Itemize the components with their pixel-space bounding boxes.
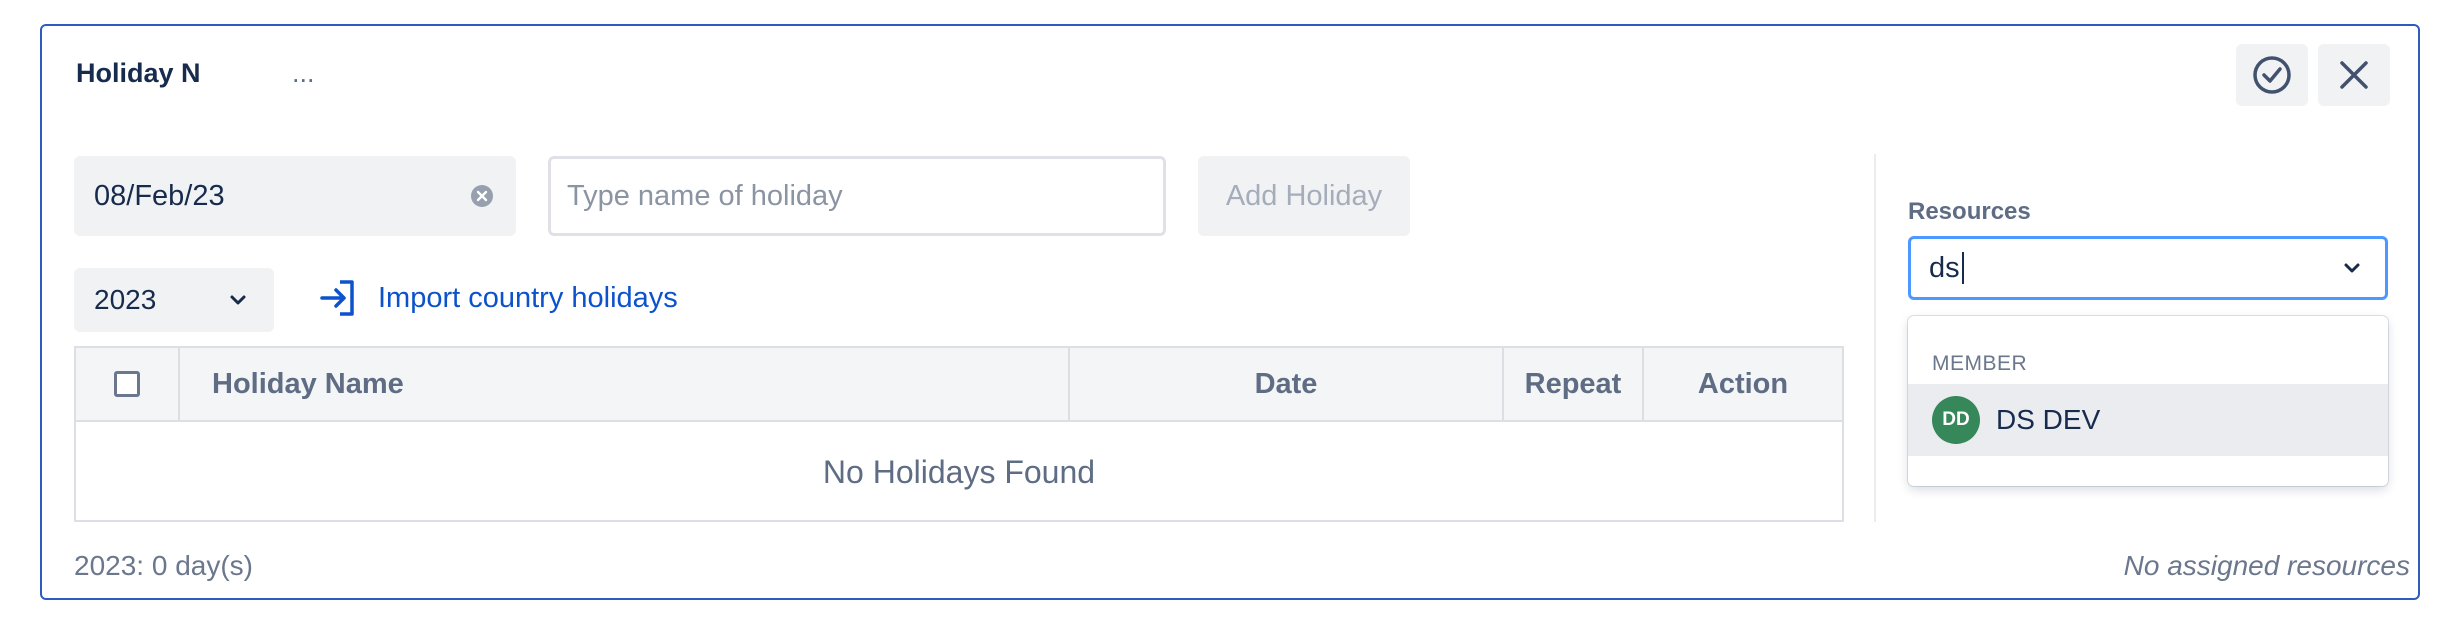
resources-search-input[interactable]: ds bbox=[1908, 236, 2388, 300]
select-all-checkbox[interactable] bbox=[114, 371, 140, 397]
resources-label: Resources bbox=[1908, 198, 2031, 225]
column-date[interactable]: Date bbox=[1068, 348, 1502, 420]
assigned-resources-status: No assigned resources bbox=[2123, 550, 2410, 581]
import-link-label: Import country holidays bbox=[378, 281, 678, 314]
title-more-text[interactable]: ... bbox=[292, 58, 315, 89]
date-value: 08/Feb/23 bbox=[94, 179, 225, 212]
check-circle-icon bbox=[2253, 56, 2291, 94]
add-holiday-button[interactable]: Add Holiday bbox=[1198, 156, 1410, 236]
panel-title: Holiday N bbox=[76, 58, 201, 88]
chevron-down-icon bbox=[230, 295, 246, 305]
empty-table-message: No Holidays Found bbox=[822, 453, 1096, 490]
vertical-divider bbox=[1874, 154, 1876, 522]
day-count: 2023: 0 day(s) bbox=[74, 550, 253, 581]
dropdown-option-ds-dev[interactable]: DD DS DEV bbox=[1908, 384, 2388, 456]
column-holiday-name[interactable]: Holiday Name bbox=[178, 348, 1068, 420]
import-country-holidays-link[interactable]: Import country holidays bbox=[318, 278, 678, 318]
date-field[interactable]: 08/Feb/23 bbox=[74, 156, 516, 236]
close-icon bbox=[2340, 61, 2368, 89]
clear-date-icon[interactable] bbox=[470, 184, 494, 208]
chevron-down-icon[interactable] bbox=[2341, 257, 2363, 279]
year-select[interactable]: 2023 bbox=[74, 268, 274, 332]
import-icon bbox=[320, 280, 354, 316]
option-label: DS DEV bbox=[1996, 404, 2101, 435]
confirm-button[interactable] bbox=[2236, 44, 2308, 106]
table-header: Holiday Name Date Repeat Action bbox=[76, 348, 1842, 422]
column-repeat[interactable]: Repeat bbox=[1502, 348, 1642, 420]
holiday-table: Holiday Name Date Repeat Action No Holid… bbox=[74, 346, 1844, 522]
resources-dropdown-menu: MEMBER DD DS DEV bbox=[1908, 316, 2388, 486]
year-value: 2023 bbox=[94, 284, 157, 315]
avatar: DD bbox=[1932, 396, 1980, 444]
close-button[interactable] bbox=[2318, 44, 2390, 106]
column-action: Action bbox=[1642, 348, 1842, 420]
text-caret bbox=[1961, 252, 1964, 284]
holiday-name-input[interactable] bbox=[548, 156, 1166, 236]
dropdown-group-heading: MEMBER bbox=[1932, 352, 2028, 375]
select-all-cell bbox=[76, 348, 178, 420]
resources-input-value: ds bbox=[1929, 251, 1960, 284]
